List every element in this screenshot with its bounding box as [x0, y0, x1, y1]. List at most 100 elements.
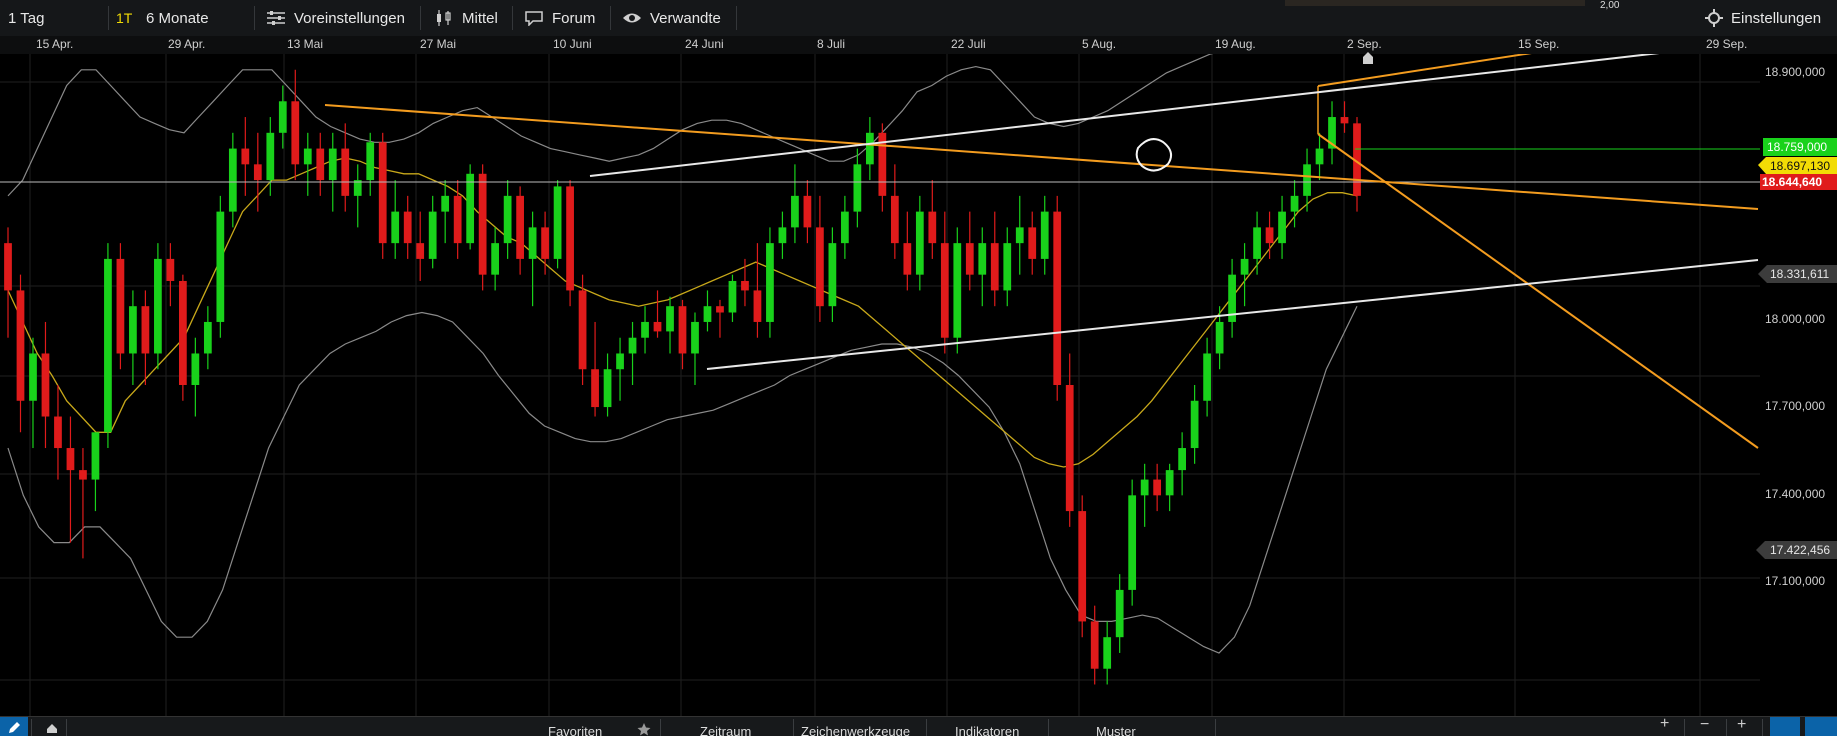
candle-up — [203, 321, 212, 354]
candle-up — [1040, 211, 1049, 259]
range-label: 6 Monate — [146, 9, 209, 27]
candle-down — [141, 306, 150, 354]
candle-down — [378, 142, 387, 244]
candlestick-icon — [437, 10, 451, 26]
time-tick: 19 Aug. — [1215, 37, 1256, 51]
chart-type-button[interactable]: Mittel — [434, 0, 498, 36]
candle-up — [216, 211, 225, 322]
interval-badge[interactable]: 1T — [116, 0, 132, 36]
candle-up — [228, 148, 237, 212]
red-marker: 18.644,640 — [1762, 175, 1822, 189]
expand-button[interactable] — [1805, 717, 1837, 736]
time-tick: 10 Juni — [553, 37, 592, 51]
candle-down — [753, 290, 762, 322]
eye-icon — [623, 13, 641, 23]
candle-up — [278, 101, 287, 133]
candle-up — [1003, 243, 1012, 291]
candle-up — [1190, 400, 1199, 449]
zoom-out-button[interactable]: − — [1700, 717, 1709, 734]
home-icon[interactable] — [46, 723, 58, 733]
candle-up — [778, 227, 787, 244]
time-tick: 5 Aug. — [1082, 37, 1117, 51]
plus-button[interactable]: + — [1660, 717, 1669, 733]
time-tick: 15 Apr. — [36, 37, 74, 51]
candle-up — [703, 306, 712, 322]
candle-up — [1140, 479, 1149, 496]
toolbar-overflow-strip — [1285, 0, 1585, 6]
period-button[interactable]: Zeitraum — [700, 724, 751, 736]
candle-up — [828, 243, 837, 307]
candle-up — [1303, 164, 1311, 196]
candlesticks — [4, 69, 1361, 685]
candle-up — [1240, 258, 1249, 275]
candle-up — [628, 337, 637, 354]
presets-label: Voreinstellungen — [294, 9, 405, 27]
candle-up — [303, 148, 312, 165]
candle-down — [1265, 227, 1274, 244]
candle-down — [1028, 227, 1037, 259]
speech-bubble-icon — [525, 11, 543, 26]
candle-up — [1278, 211, 1286, 244]
candle-down — [4, 243, 12, 291]
candle-down — [890, 195, 899, 244]
time-tick: 24 Juni — [685, 37, 724, 51]
candle-up — [1215, 321, 1224, 354]
forum-label: Forum — [552, 9, 596, 27]
candle-up — [503, 195, 512, 244]
candle-down — [54, 416, 62, 449]
candle-up — [441, 195, 450, 212]
candle-down — [116, 258, 125, 354]
orange-falling-line[interactable] — [1317, 133, 1759, 449]
interval-badge-label: 1T — [116, 10, 133, 26]
candle-up — [1015, 227, 1024, 244]
candle-up — [841, 211, 849, 244]
candle-up — [616, 353, 624, 370]
zoom-in-button[interactable]: + — [1737, 717, 1746, 734]
white-upper-channel[interactable] — [589, 54, 1755, 177]
candle-down — [578, 290, 587, 370]
candle-up — [1178, 448, 1187, 471]
layout-button[interactable] — [1770, 717, 1800, 736]
candle-up — [1103, 637, 1112, 669]
candle-down — [178, 280, 187, 385]
candle-down — [591, 369, 599, 408]
candle-down — [66, 448, 75, 471]
patterns-button[interactable]: Muster — [1096, 724, 1136, 736]
settings-label: Einstellungen — [1731, 9, 1822, 27]
candle-up — [154, 258, 162, 354]
candle-up — [766, 243, 774, 322]
pencil-button[interactable] — [0, 717, 28, 736]
candle-down — [341, 148, 350, 196]
orange-upper-line[interactable] — [1317, 54, 1577, 87]
candle-down — [928, 211, 937, 244]
candle-up — [1165, 470, 1174, 496]
related-button[interactable]: Verwandte — [622, 0, 721, 36]
related-label: Verwandte — [650, 9, 721, 27]
indicators-button[interactable]: Indikatoren — [955, 724, 1019, 736]
candle-down — [965, 243, 974, 275]
range-select[interactable]: 6 Monate — [146, 0, 209, 36]
forum-button[interactable]: Forum — [524, 0, 595, 36]
bottom-toolbar: Favoriten Zeitraum Zeichenwerkzeuge Indi… — [0, 716, 1837, 736]
candle-up — [91, 432, 100, 480]
toolbar-stub-value: 2,00 — [1600, 0, 1620, 11]
price-tick: 17.700,000 — [1765, 399, 1825, 413]
price-chart[interactable]: 18.900,000 18.000,000 17.700,000 17.400,… — [0, 54, 1837, 716]
presets-button[interactable]: Voreinstellungen — [266, 0, 405, 36]
candle-down — [478, 173, 487, 275]
candle-down — [1078, 511, 1087, 622]
favorites-button[interactable]: Favoriten — [548, 724, 602, 736]
settings-button[interactable]: Einstellungen — [1705, 0, 1821, 36]
candle-up — [491, 243, 500, 275]
candle-down — [1340, 117, 1349, 124]
time-tick: 2 Sep. — [1347, 37, 1382, 51]
candle-up — [391, 211, 400, 244]
candle-up — [191, 353, 200, 385]
star-icon[interactable] — [637, 722, 651, 736]
candle-up — [666, 306, 674, 332]
lower-marker: 17.422,456 — [1770, 543, 1830, 557]
time-tick: 29 Apr. — [168, 37, 206, 51]
drawing-tools-button[interactable]: Zeichenwerkzeuge — [801, 724, 910, 736]
interval-select[interactable]: 1 Tag — [8, 0, 44, 36]
candle-down — [1153, 479, 1162, 496]
